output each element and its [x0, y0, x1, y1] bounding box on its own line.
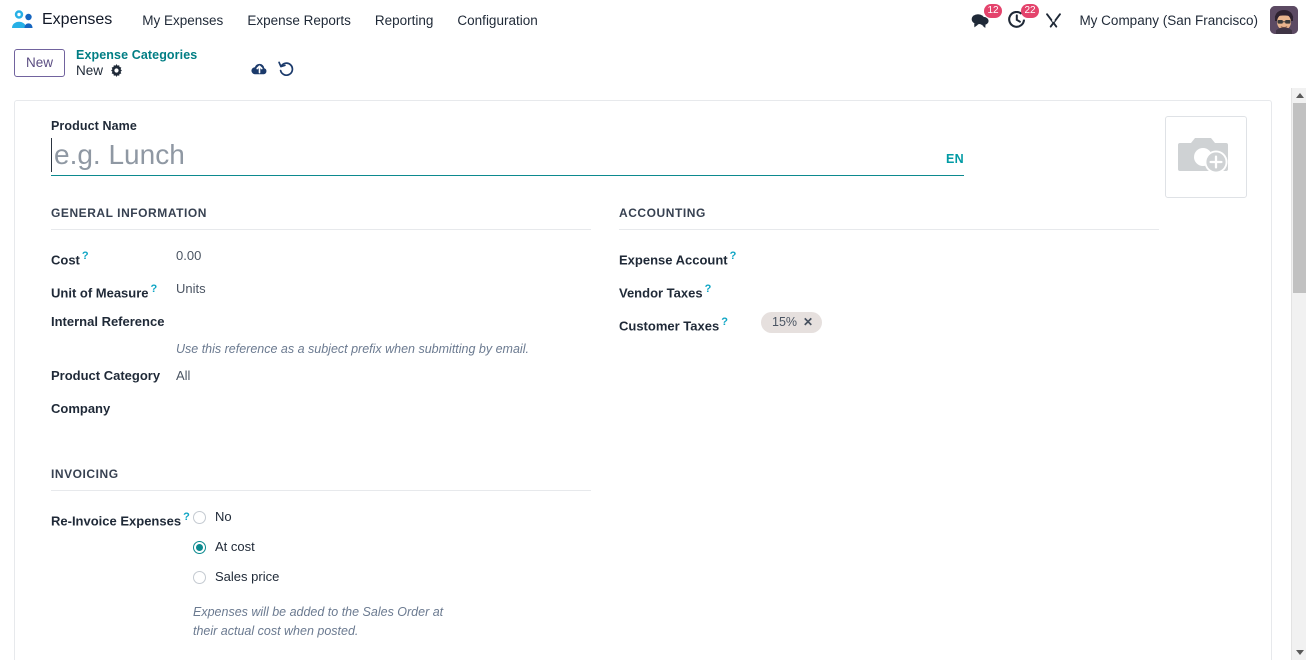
invoicing-heading: INVOICING [51, 467, 591, 491]
scroll-up-button[interactable] [1292, 88, 1306, 103]
help-icon[interactable]: ? [721, 316, 728, 328]
form-view: Product Name EN GENERAL INFORMATION Cost… [0, 86, 1306, 660]
general-information-heading: GENERAL INFORMATION [51, 206, 591, 230]
left-column: GENERAL INFORMATION Cost? 0.00 Unit of M… [51, 206, 591, 641]
chevron-down-icon [1295, 650, 1304, 655]
product-name-label: Product Name [51, 119, 137, 133]
chevron-up-icon [1295, 93, 1304, 98]
form-sheet: Product Name EN GENERAL INFORMATION Cost… [14, 100, 1272, 660]
avatar[interactable] [1270, 6, 1298, 34]
camera-plus-icon [1178, 131, 1234, 184]
gear-icon[interactable] [110, 64, 123, 77]
internal-reference-label: Internal Reference [51, 314, 165, 329]
radio-option-sales-price[interactable]: Sales price [193, 568, 279, 586]
app-name[interactable]: Expenses [42, 11, 112, 29]
wrench-tools-icon [1045, 12, 1062, 29]
messages-button[interactable]: 12 [962, 4, 1002, 35]
re-invoice-options: No At cost Sales price [193, 506, 279, 586]
help-icon[interactable]: ? [82, 250, 89, 262]
activities-button[interactable]: 22 [999, 4, 1039, 35]
expenses-people-icon [10, 9, 36, 31]
main-menu: My Expenses Expense Reports Reporting Co… [130, 9, 549, 32]
language-selector[interactable]: EN [936, 152, 964, 172]
field-internal-reference: Internal Reference [51, 305, 591, 338]
right-column: ACCOUNTING Expense Account? Vendor Taxes… [619, 206, 1159, 641]
unit-of-measure-label: Unit of Measure? [51, 283, 158, 301]
unit-of-measure-value[interactable]: Units [176, 278, 591, 299]
company-label: Company [51, 401, 111, 416]
field-unit-of-measure: Unit of Measure? Units [51, 272, 591, 305]
radio-option-no[interactable]: No [193, 508, 279, 526]
breadcrumb-current-record: New [76, 62, 104, 78]
help-icon[interactable]: ? [151, 283, 158, 295]
tax-tag-15-percent: 15% ✕ [761, 312, 823, 333]
product-image-upload[interactable] [1165, 116, 1247, 198]
field-vendor-taxes: Vendor Taxes? [619, 272, 1159, 305]
cost-value[interactable]: 0.00 [176, 245, 591, 266]
internal-reference-value[interactable] [176, 311, 591, 332]
radio-label: Sales price [215, 569, 280, 584]
radio-label: No [215, 509, 232, 524]
tax-tag-label: 15% [772, 315, 798, 329]
radio-indicator[interactable] [193, 510, 206, 524]
company-switcher[interactable]: My Company (San Francisco) [1071, 9, 1266, 32]
radio-label: At cost [215, 539, 255, 554]
re-invoice-expenses-label: Re-Invoice Expenses? [51, 511, 190, 529]
expense-account-value[interactable] [761, 245, 1159, 266]
field-re-invoice-expenses: Re-Invoice Expenses? No At cost Sales pr… [51, 500, 591, 586]
new-button[interactable]: New [14, 49, 66, 77]
field-expense-account: Expense Account? [619, 239, 1159, 272]
expense-account-label: Expense Account? [619, 250, 737, 268]
cloud-upload-icon[interactable] [251, 61, 268, 76]
scroll-down-button[interactable] [1292, 645, 1306, 660]
invoicing-hint: Expenses will be added to the Sales Orde… [193, 605, 444, 638]
product-name-input[interactable] [51, 138, 937, 172]
menu-item-my-expenses[interactable]: My Expenses [130, 9, 235, 32]
vendor-taxes-value[interactable] [761, 278, 1159, 299]
breadcrumb: Expense Categories New [76, 48, 197, 79]
product-category-label: Product Category [51, 368, 161, 383]
cost-label: Cost? [51, 250, 89, 268]
scrollbar-thumb[interactable] [1293, 103, 1306, 293]
breadcrumb-parent-expense-categories[interactable]: Expense Categories [76, 48, 197, 63]
help-icon[interactable]: ? [183, 511, 190, 523]
menu-item-expense-reports[interactable]: Expense Reports [235, 9, 363, 32]
product-name-block: Product Name EN [51, 119, 964, 176]
systray: 12 22 My Company (San Francisco) [962, 4, 1298, 35]
customer-taxes-label: Customer Taxes? [619, 316, 728, 334]
help-icon[interactable]: ? [705, 283, 712, 295]
field-customer-taxes: Customer Taxes? 15% ✕ [619, 305, 1159, 338]
radio-option-at-cost[interactable]: At cost [193, 538, 279, 556]
top-navbar: Expenses My Expenses Expense Reports Rep… [0, 0, 1306, 40]
debug-tools-button[interactable] [1036, 5, 1071, 35]
vendor-taxes-label: Vendor Taxes? [619, 283, 712, 301]
help-icon[interactable]: ? [730, 250, 737, 262]
product-category-value[interactable]: All [176, 365, 591, 386]
accounting-heading: ACCOUNTING [619, 206, 1159, 230]
radio-indicator-selected[interactable] [193, 540, 206, 554]
field-company: Company [51, 392, 591, 425]
vertical-scrollbar[interactable] [1291, 88, 1306, 660]
field-product-category: Product Category All [51, 359, 591, 392]
radio-indicator[interactable] [193, 570, 206, 584]
field-cost: Cost? 0.00 [51, 239, 591, 272]
close-x-icon[interactable]: ✕ [803, 316, 813, 328]
menu-item-configuration[interactable]: Configuration [445, 9, 549, 32]
company-value[interactable] [176, 398, 591, 419]
menu-item-reporting[interactable]: Reporting [363, 9, 446, 32]
undo-arrow-icon[interactable] [278, 61, 294, 76]
customer-taxes-value[interactable]: 15% ✕ [761, 311, 1159, 333]
control-panel: New Expense Categories New [0, 40, 1306, 86]
record-actions [251, 51, 294, 76]
internal-reference-hint: Use this reference as a subject prefix w… [176, 342, 529, 356]
